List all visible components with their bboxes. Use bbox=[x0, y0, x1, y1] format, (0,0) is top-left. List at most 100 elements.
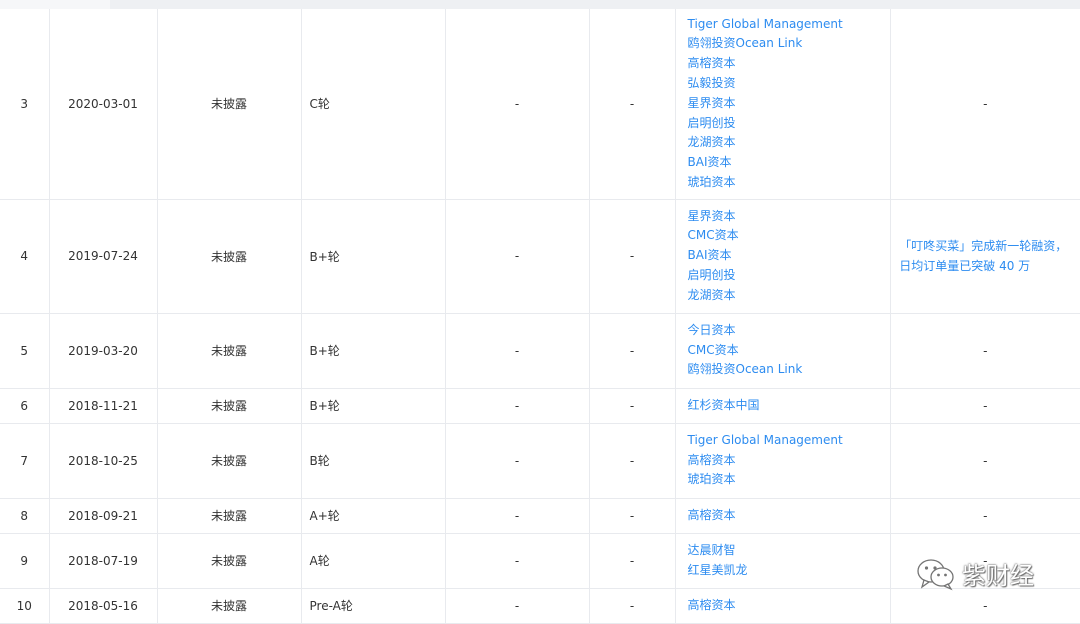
row-date: 2018-10-25 bbox=[49, 423, 158, 499]
row-ratio: - bbox=[589, 388, 676, 424]
investor-link[interactable]: 琥珀资本 bbox=[688, 470, 890, 490]
table-row: 3 2020-03-01 未披露 C轮 - - Tiger Global Managemen… bbox=[0, 9, 1080, 200]
row-valuation: - bbox=[445, 313, 590, 389]
investor-link[interactable]: 达晨财智 bbox=[688, 541, 890, 561]
row-ratio: - bbox=[589, 533, 676, 589]
row-amount: 未披露 bbox=[157, 498, 302, 534]
row-amount: 未披露 bbox=[157, 313, 302, 389]
row-valuation: - bbox=[445, 388, 590, 424]
news-empty: - bbox=[983, 398, 988, 413]
news-empty: - bbox=[983, 96, 988, 111]
row-index: 3 bbox=[0, 9, 50, 200]
investor-link[interactable]: 鸥翎投资Ocean Link bbox=[688, 34, 890, 54]
row-round: Pre-A轮 bbox=[301, 588, 446, 624]
watermark-text: 紫财经 bbox=[962, 562, 1034, 590]
watermark: 紫财经 bbox=[916, 556, 1034, 591]
row-ratio: - bbox=[589, 9, 676, 200]
row-investors: 高榕资本 bbox=[675, 588, 891, 624]
row-news: 「叮咚买菜」完成新一轮融资，日均订单量已突破 40 万 bbox=[890, 199, 1080, 314]
wechat-icon bbox=[917, 558, 954, 590]
row-valuation: - bbox=[445, 423, 590, 499]
investor-list: 高榕资本 bbox=[688, 501, 890, 531]
row-news: - bbox=[890, 9, 1080, 200]
row-round: A+轮 bbox=[301, 498, 446, 534]
news-empty: - bbox=[983, 508, 988, 523]
investor-link[interactable]: 红星美凯龙 bbox=[688, 561, 890, 581]
row-date: 2020-03-01 bbox=[49, 9, 158, 200]
investor-link[interactable]: 龙湖资本 bbox=[688, 133, 890, 153]
row-ratio: - bbox=[589, 199, 676, 314]
row-date: 2019-07-24 bbox=[49, 199, 158, 314]
investor-link[interactable]: 高榕资本 bbox=[688, 596, 890, 616]
investor-link[interactable]: BAI资本 bbox=[688, 246, 890, 266]
row-amount: 未披露 bbox=[157, 199, 302, 314]
row-valuation: - bbox=[445, 533, 590, 589]
row-investors: 达晨财智 红星美凯龙 bbox=[675, 533, 891, 589]
investor-link[interactable]: CMC资本 bbox=[688, 226, 890, 246]
row-ratio: - bbox=[589, 313, 676, 389]
investor-link[interactable]: 弘毅投资 bbox=[688, 74, 890, 94]
news-empty: - bbox=[983, 598, 988, 613]
investor-link[interactable]: 今日资本 bbox=[688, 321, 890, 341]
investor-link[interactable]: 星界资本 bbox=[688, 207, 890, 227]
row-news: - bbox=[890, 588, 1080, 624]
table-row: 4 2019-07-24 未披露 B+轮 - - 星界资本 CMC资本 BAI资本 启明创投 龙湖资… bbox=[0, 199, 1080, 314]
row-index: 9 bbox=[0, 533, 50, 589]
row-ratio: - bbox=[589, 588, 676, 624]
news-link[interactable]: 「叮咚买菜」完成新一轮融资，日均订单量已突破 40 万 bbox=[899, 236, 1071, 276]
investor-list: 高榕资本 bbox=[688, 591, 890, 621]
row-round: B轮 bbox=[301, 423, 446, 499]
investor-link[interactable]: 红杉资本中国 bbox=[688, 396, 890, 416]
row-investors: Tiger Global Management 鸥翎投资Ocean Link 高榕资… bbox=[675, 9, 891, 200]
row-date: 2018-09-21 bbox=[49, 498, 158, 534]
investor-link[interactable]: 龙湖资本 bbox=[688, 286, 890, 306]
row-valuation: - bbox=[445, 498, 590, 534]
investor-list: 今日资本 CMC资本 鸥翎投资Ocean Link bbox=[688, 316, 890, 385]
row-investors: 今日资本 CMC资本 鸥翎投资Ocean Link bbox=[675, 313, 891, 389]
investor-link[interactable]: 琥珀资本 bbox=[688, 173, 890, 193]
row-round: B+轮 bbox=[301, 313, 446, 389]
investor-link[interactable]: Tiger Global Management bbox=[688, 431, 890, 451]
row-round: A轮 bbox=[301, 533, 446, 589]
row-valuation: - bbox=[445, 199, 590, 314]
top-strip bbox=[0, 0, 1080, 9]
investor-list: 红杉资本中国 bbox=[688, 391, 890, 421]
top-strip-inner bbox=[110, 0, 1080, 9]
row-round: B+轮 bbox=[301, 388, 446, 424]
investor-link[interactable]: 星界资本 bbox=[688, 94, 890, 114]
row-amount: 未披露 bbox=[157, 423, 302, 499]
row-investors: 星界资本 CMC资本 BAI资本 启明创投 龙湖资本 bbox=[675, 199, 891, 314]
row-index: 4 bbox=[0, 199, 50, 314]
investor-link[interactable]: 高榕资本 bbox=[688, 506, 890, 526]
row-round: C轮 bbox=[301, 9, 446, 200]
investor-link[interactable]: 高榕资本 bbox=[688, 54, 890, 74]
row-index: 10 bbox=[0, 588, 50, 624]
row-valuation: - bbox=[445, 588, 590, 624]
row-date: 2018-05-16 bbox=[49, 588, 158, 624]
investor-list: Tiger Global Management 鸥翎投资Ocean Link 高榕资… bbox=[688, 10, 890, 198]
financing-table: 3 2020-03-01 未披露 C轮 - - Tiger Global Managemen… bbox=[0, 9, 1080, 624]
investor-list: 星界资本 CMC资本 BAI资本 启明创投 龙湖资本 bbox=[688, 202, 890, 311]
row-date: 2018-07-19 bbox=[49, 533, 158, 589]
news-empty: - bbox=[983, 343, 988, 358]
investor-link[interactable]: BAI资本 bbox=[688, 153, 890, 173]
investor-link[interactable]: Tiger Global Management bbox=[688, 15, 890, 35]
investor-link[interactable]: 鸥翎投资Ocean Link bbox=[688, 360, 890, 380]
row-news: - bbox=[890, 498, 1080, 534]
row-index: 6 bbox=[0, 388, 50, 424]
row-investors: Tiger Global Management 高榕资本 琥珀资本 bbox=[675, 423, 891, 499]
row-round: B+轮 bbox=[301, 199, 446, 314]
table-row: 10 2018-05-16 未披露 Pre-A轮 - - 高榕资本 - bbox=[0, 588, 1080, 624]
investor-link[interactable]: 高榕资本 bbox=[688, 451, 890, 471]
investor-link[interactable]: CMC资本 bbox=[688, 341, 890, 361]
investor-link[interactable]: 启明创投 bbox=[688, 114, 890, 134]
investor-link[interactable]: 启明创投 bbox=[688, 266, 890, 286]
financing-table-body: 3 2020-03-01 未披露 C轮 - - Tiger Global Managemen… bbox=[0, 9, 1080, 624]
row-news: - bbox=[890, 313, 1080, 389]
table-row: 6 2018-11-21 未披露 B+轮 - - 红杉资本中国 - bbox=[0, 388, 1080, 424]
row-index: 8 bbox=[0, 498, 50, 534]
row-amount: 未披露 bbox=[157, 9, 302, 200]
row-amount: 未披露 bbox=[157, 588, 302, 624]
row-index: 7 bbox=[0, 423, 50, 499]
news-empty: - bbox=[983, 453, 988, 468]
